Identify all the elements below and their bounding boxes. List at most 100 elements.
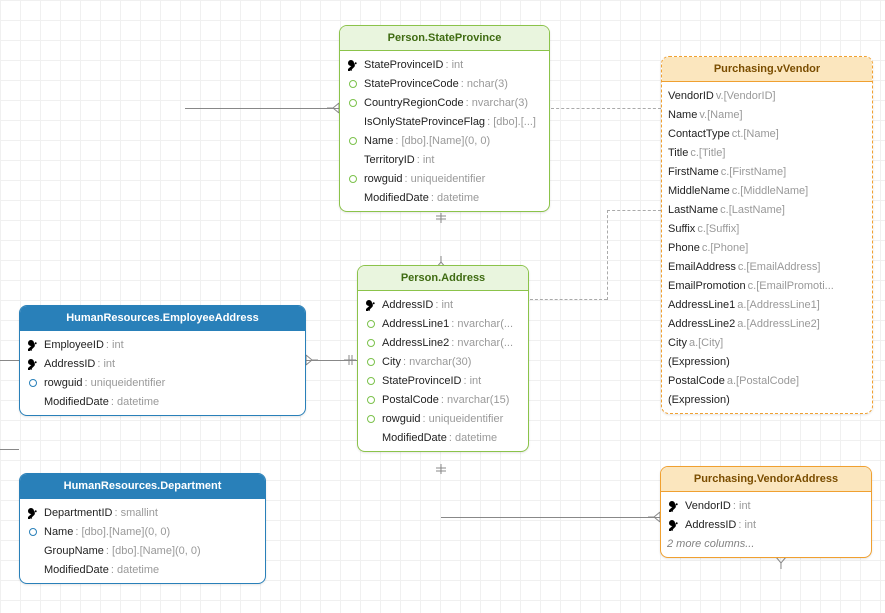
entity-title: HumanResources.Department [20,474,265,499]
table-row[interactable]: PostalCode: nvarchar(15) [364,390,522,409]
table-row[interactable]: ContactTypect.[Name] [668,124,866,143]
col-type: : nvarchar(3) [466,97,528,109]
rel-line [0,62,1,114]
col-name: ModifiedDate [364,192,429,204]
table-row[interactable]: AddressID: int [667,515,865,534]
col-type: v.[VendorID] [716,90,776,102]
col-name: rowguid [44,377,83,389]
table-row[interactable]: Citya.[City] [668,333,866,352]
index-dot-icon [346,77,360,91]
rel-line [185,108,339,109]
crow-tick-icon [435,464,448,477]
rel-line [0,360,19,361]
table-row[interactable]: AddressID: int [364,295,522,314]
table-row[interactable]: EmployeeID: int [26,335,299,354]
table-row[interactable]: GroupName: [dbo].[Name](0, 0) [26,541,259,560]
table-row[interactable]: ModifiedDate: datetime [26,392,299,411]
col-icon [364,431,378,445]
index-dot-icon [26,525,40,539]
more-columns[interactable]: 2 more columns... [667,534,865,553]
table-row[interactable]: FirstNamec.[FirstName] [668,162,866,181]
index-dot-icon [364,317,378,331]
entity-department[interactable]: HumanResources.Department DepartmentID: … [19,473,266,584]
table-row[interactable]: ModifiedDate: datetime [26,560,259,579]
entity-columns: VendorID: int AddressID: int 2 more colu… [661,492,871,557]
col-type: : [dbo].[...] [487,116,536,128]
crow-foot-icon [775,557,788,572]
col-icon [346,191,360,205]
col-name: TerritoryID [364,154,415,166]
col-type: : uniqueidentifier [405,173,486,185]
table-row[interactable]: VendorID: int [667,496,865,515]
index-dot-icon [346,134,360,148]
col-name: EmailPromotion [668,280,746,292]
entity-vendoraddress[interactable]: Purchasing.VendorAddress VendorID: int A… [660,466,872,558]
table-row[interactable]: rowguid: uniqueidentifier [364,409,522,428]
key-icon [26,506,40,520]
table-row[interactable]: Phonec.[Phone] [668,238,866,257]
table-row[interactable]: Titlec.[Title] [668,143,866,162]
table-row[interactable]: AddressLine1a.[AddressLine1] [668,295,866,314]
table-row[interactable]: Namev.[Name] [668,105,866,124]
table-row[interactable]: AddressLine1: nvarchar(... [364,314,522,333]
table-row[interactable]: MiddleNamec.[MiddleName] [668,181,866,200]
entity-vvendor[interactable]: Purchasing.vVendor VendorIDv.[VendorID] … [661,56,873,414]
index-dot-icon [364,336,378,350]
table-row[interactable]: LastNamec.[LastName] [668,200,866,219]
table-row[interactable]: TerritoryID: int [346,150,543,169]
col-name: LastName [668,204,718,216]
table-row[interactable]: ModifiedDate: datetime [364,428,522,447]
index-dot-icon [346,172,360,186]
table-row[interactable]: (Expression) [668,352,866,371]
entity-columns: DepartmentID: smallint Name: [dbo].[Name… [20,499,265,583]
table-row[interactable]: rowguid: uniqueidentifier [346,169,543,188]
col-name: ModifiedDate [382,432,447,444]
table-row[interactable]: EmailPromotionc.[EmailPromoti... [668,276,866,295]
table-row[interactable]: DepartmentID: smallint [26,503,259,522]
table-row[interactable]: Name: [dbo].[Name](0, 0) [346,131,543,150]
key-icon [26,338,40,352]
col-type: : nvarchar(30) [403,356,471,368]
col-type: : nvarchar(... [451,337,513,349]
table-row[interactable]: EmailAddressc.[EmailAddress] [668,257,866,276]
table-row[interactable]: rowguid: uniqueidentifier [26,373,299,392]
col-name: EmployeeID [44,339,104,351]
col-name: StateProvinceID [364,59,443,71]
rel-line [441,517,660,518]
col-name: StateProvinceCode [364,78,459,90]
index-dot-icon [364,374,378,388]
col-name: Title [668,147,688,159]
table-row[interactable]: Name: [dbo].[Name](0, 0) [26,522,259,541]
entity-title: Purchasing.VendorAddress [661,467,871,492]
table-row[interactable]: AddressLine2a.[AddressLine2] [668,314,866,333]
rel-line [0,114,1,210]
rel-line-dashed [530,299,607,300]
table-row[interactable]: PostalCodea.[PostalCode] [668,371,866,390]
table-row[interactable]: StateProvinceID: int [364,371,522,390]
table-row[interactable]: IsOnlyStateProvinceFlag: [dbo].[...] [346,112,543,131]
table-row[interactable]: (Expression) [668,390,866,409]
col-name: AddressID [685,519,736,531]
col-type: : int [97,358,115,370]
col-type: : int [738,519,756,531]
table-row[interactable]: ModifiedDate: datetime [346,188,543,207]
entity-stateprovince[interactable]: Person.StateProvince StateProvinceID: in… [339,25,550,212]
table-row[interactable]: Suffixc.[Suffix] [668,219,866,238]
col-name: rowguid [382,413,421,425]
table-row[interactable]: VendorIDv.[VendorID] [668,86,866,105]
table-row[interactable]: AddressLine2: nvarchar(... [364,333,522,352]
entity-employeeaddress[interactable]: HumanResources.EmployeeAddress EmployeeI… [19,305,306,416]
col-name: PostalCode [382,394,439,406]
col-name: Suffix [668,223,695,235]
er-diagram-canvas[interactable]: Person.StateProvince StateProvinceID: in… [0,12,885,613]
table-row[interactable]: StateProvinceID: int [346,55,543,74]
table-row[interactable]: StateProvinceCode: nchar(3) [346,74,543,93]
table-row[interactable]: CountryRegionCode: nvarchar(3) [346,93,543,112]
col-type: : int [445,59,463,71]
col-icon [346,153,360,167]
entity-address[interactable]: Person.Address AddressID: int AddressLin… [357,265,529,452]
crow-tick-icon [435,213,448,226]
table-row[interactable]: AddressID: int [26,354,299,373]
col-type: : datetime [431,192,479,204]
table-row[interactable]: City: nvarchar(30) [364,352,522,371]
